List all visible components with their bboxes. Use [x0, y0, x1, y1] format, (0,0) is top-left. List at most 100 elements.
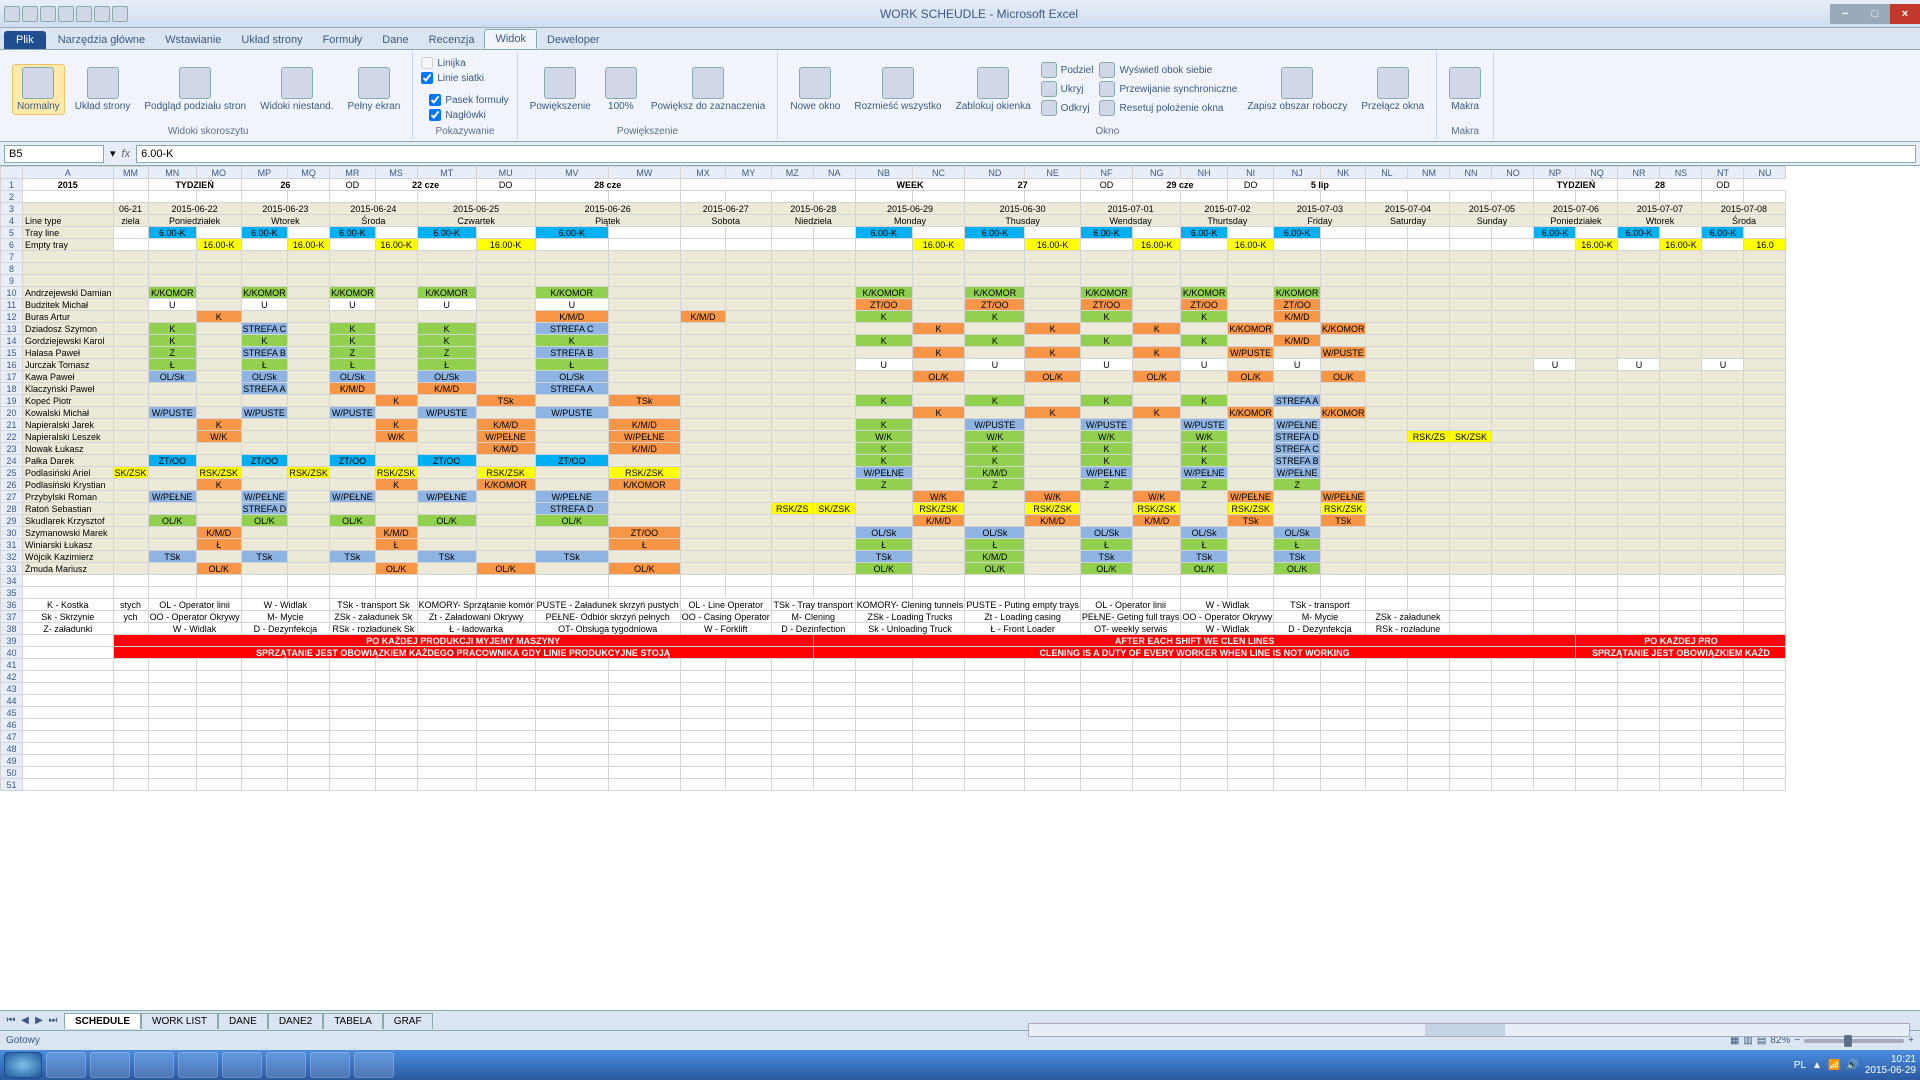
worksheet-area[interactable]: AMMMNMOMPMQMRMSMTMUMVMWMXMYMZNANBNCNDNEN… [0, 166, 1920, 1010]
window-title: WORK SCHEUDLE - Microsoft Excel [128, 7, 1830, 21]
qat-save-icon[interactable] [4, 6, 20, 22]
zoom-in-button[interactable]: + [1908, 1035, 1914, 1046]
qat-undo-icon[interactable] [22, 6, 38, 22]
unhide-button[interactable]: Odkryj [1041, 100, 1094, 116]
status-ready: Gotowy [6, 1035, 40, 1046]
view-page-break-button[interactable]: Podgląd podziału stron [140, 65, 250, 114]
start-button[interactable] [4, 1052, 42, 1078]
file-tab[interactable]: Plik [4, 31, 46, 49]
taskbar-outlook-icon[interactable] [134, 1052, 174, 1078]
tray-network-icon[interactable]: 📶 [1828, 1060, 1840, 1071]
windows-taskbar: PL ▲ 📶 🔊 10:21 2015-06-29 [0, 1050, 1920, 1080]
sheet-nav-prev-icon[interactable]: ◀ [18, 1015, 32, 1026]
qat-more-icon[interactable] [112, 6, 128, 22]
qat-print-icon[interactable] [58, 6, 74, 22]
zoom-out-button[interactable]: − [1794, 1035, 1800, 1046]
ribbon: Normalny Układ strony Podgląd podziału s… [0, 50, 1920, 142]
hide-button[interactable]: Ukryj [1041, 81, 1094, 97]
sheet-tab-graf[interactable]: GRAF [383, 1013, 433, 1029]
reset-icon [1099, 100, 1115, 116]
taskbar-explorer-icon[interactable] [46, 1052, 86, 1078]
freeze-icon [977, 67, 1009, 99]
zoom-level[interactable]: 82% [1770, 1035, 1790, 1046]
tab-layout[interactable]: Układ strony [231, 31, 312, 49]
name-box[interactable] [4, 145, 104, 163]
taskbar-media-icon[interactable] [90, 1052, 130, 1078]
taskbar-app-icon[interactable] [178, 1052, 218, 1078]
tray-sound-icon[interactable]: 🔊 [1846, 1060, 1858, 1071]
arrange-all-button[interactable]: Rozmieść wszystko [850, 65, 945, 114]
headings-checkbox[interactable]: Nagłówki [429, 109, 508, 121]
scrollbar-thumb[interactable] [1425, 1024, 1505, 1036]
tab-home[interactable]: Narzędzia główne [48, 31, 155, 49]
sheet-tab-dane[interactable]: DANE [218, 1013, 268, 1029]
save-ws-icon [1281, 67, 1313, 99]
taskbar-word-icon[interactable] [310, 1052, 350, 1078]
qat-sort-icon[interactable] [76, 6, 92, 22]
sheet-nav-first-icon[interactable]: ⏮ [4, 1015, 18, 1026]
ruler-checkbox[interactable]: Linijka [421, 57, 508, 69]
macros-button[interactable]: Makra [1445, 65, 1485, 114]
tab-data[interactable]: Dane [372, 31, 418, 49]
title-bar: WORK SCHEUDLE - Microsoft Excel − □ × [0, 0, 1920, 28]
view-fullscreen-button[interactable]: Pełny ekran [344, 65, 405, 114]
tab-view[interactable]: Widok [484, 29, 537, 49]
split-button[interactable]: Podziel [1041, 62, 1094, 78]
zoom-100-button[interactable]: 100% [601, 65, 641, 114]
sheet-tab-dane2[interactable]: DANE2 [268, 1013, 323, 1029]
sheet-tab-tabela[interactable]: TABELA [323, 1013, 383, 1029]
tab-review[interactable]: Recenzja [419, 31, 485, 49]
tab-developer[interactable]: Deweloper [537, 31, 610, 49]
zoom-100-icon [605, 67, 637, 99]
qat-sum-icon[interactable] [94, 6, 110, 22]
fx-icon[interactable]: fx [122, 148, 131, 160]
save-workspace-button[interactable]: Zapisz obszar roboczy [1243, 65, 1351, 114]
view-normal-button[interactable]: Normalny [12, 64, 65, 115]
gridlines-checkbox[interactable]: Linie siatki [421, 72, 508, 84]
fullscreen-icon [358, 67, 390, 99]
zoom-selection-button[interactable]: Powiększ do zaznaczenia [647, 65, 770, 114]
minimize-button[interactable]: − [1830, 4, 1860, 24]
sheet-tab-worklist[interactable]: WORK LIST [141, 1013, 218, 1029]
qat-redo-icon[interactable] [40, 6, 56, 22]
tray-icon[interactable]: ▲ [1812, 1060, 1822, 1071]
formula-bar-checkbox[interactable]: Pasek formuły [429, 94, 508, 106]
spreadsheet-grid[interactable]: AMMMNMOMPMQMRMSMTMUMVMWMXMYMZNANBNCNDNEN… [0, 166, 1786, 791]
ribbon-tabs: Plik Narzędzia główne Wstawianie Układ s… [0, 28, 1920, 50]
side-by-side-button[interactable]: Wyświetl obok siebie [1099, 62, 1237, 78]
close-button[interactable]: × [1890, 4, 1920, 24]
taskbar-excel-icon[interactable] [354, 1052, 394, 1078]
taskbar-chrome-icon[interactable] [266, 1052, 306, 1078]
new-window-button[interactable]: Nowe okno [786, 65, 844, 114]
page-break-icon [179, 67, 211, 99]
zoom-thumb[interactable] [1844, 1035, 1852, 1047]
horizontal-scrollbar[interactable] [1028, 1023, 1910, 1037]
view-layout-icon[interactable]: ▥ [1743, 1035, 1752, 1046]
sheet-nav-next-icon[interactable]: ▶ [32, 1015, 46, 1026]
tab-formulas[interactable]: Formuły [313, 31, 373, 49]
reset-pos-button[interactable]: Resetuj położenie okna [1099, 100, 1237, 116]
macros-icon [1449, 67, 1481, 99]
view-custom-button[interactable]: Widoki niestand. [256, 65, 337, 114]
taskbar-app2-icon[interactable] [222, 1052, 262, 1078]
sync-scroll-button[interactable]: Przewijanie synchroniczne [1099, 81, 1237, 97]
ribbon-group-zoom: Powiększenie 100% Powiększ do zaznaczeni… [518, 52, 779, 139]
view-break-icon[interactable]: ▤ [1757, 1035, 1766, 1046]
zoom-icon [544, 67, 576, 99]
view-normal-icon[interactable]: ▦ [1730, 1035, 1739, 1046]
formula-input[interactable] [136, 145, 1916, 163]
zoom-button[interactable]: Powiększenie [526, 65, 595, 114]
group-label: Powiększenie [526, 126, 770, 139]
sheet-nav-last-icon[interactable]: ⏭ [46, 1015, 60, 1026]
freeze-panes-button[interactable]: Zablokuj okienka [952, 65, 1035, 114]
zoom-slider[interactable] [1804, 1039, 1904, 1043]
lang-indicator[interactable]: PL [1794, 1060, 1806, 1071]
maximize-button[interactable]: □ [1860, 4, 1890, 24]
dropdown-icon[interactable]: ▾ [110, 147, 116, 160]
tab-insert[interactable]: Wstawianie [155, 31, 231, 49]
view-page-layout-button[interactable]: Układ strony [71, 65, 135, 114]
system-clock[interactable]: 10:21 2015-06-29 [1865, 1054, 1916, 1076]
sheet-tab-schedule[interactable]: SCHEDULE [64, 1013, 141, 1029]
switch-windows-button[interactable]: Przełącz okna [1357, 65, 1428, 114]
group-label: Pokazywanie [421, 126, 508, 139]
